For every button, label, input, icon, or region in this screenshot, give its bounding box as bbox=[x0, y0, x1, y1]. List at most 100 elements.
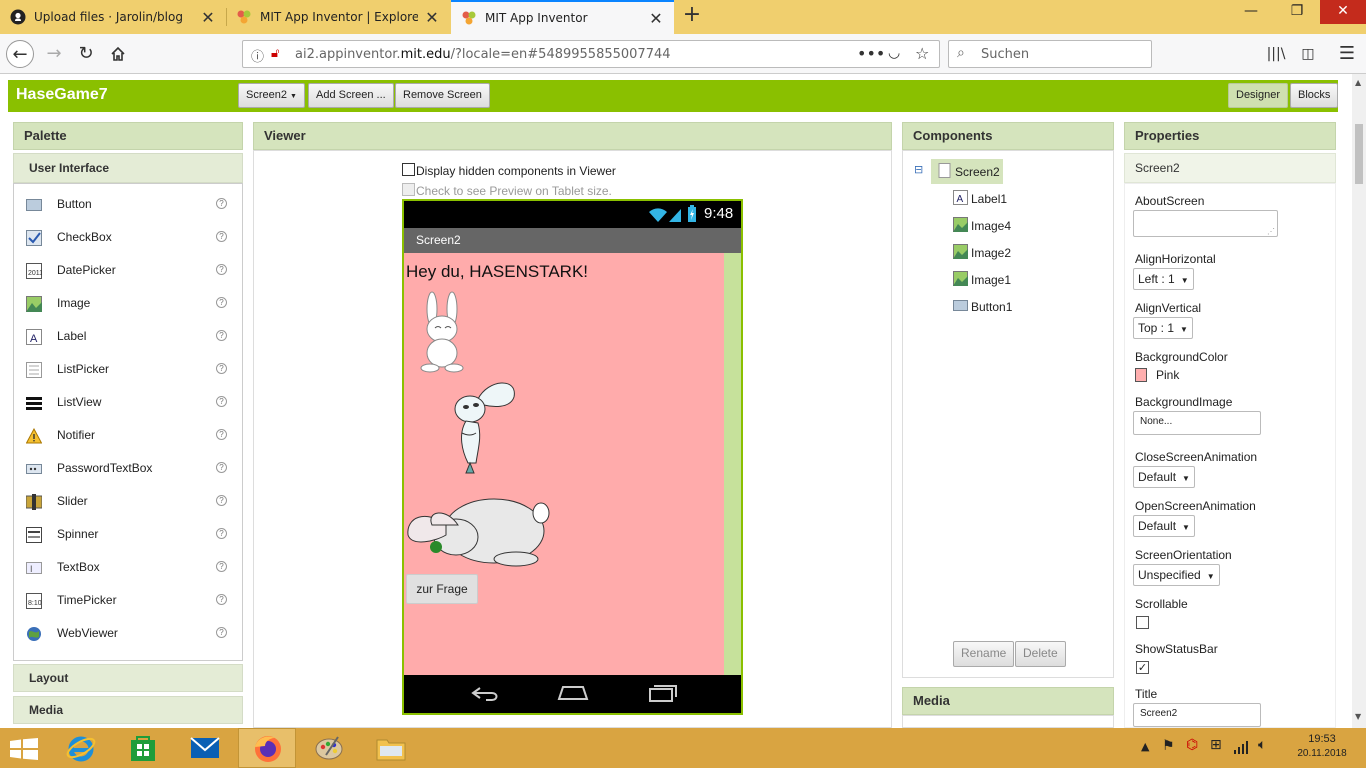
image1[interactable] bbox=[406, 491, 550, 571]
palette-item-timepicker[interactable]: 8:10 TimePicker? bbox=[14, 584, 242, 617]
tray-clock[interactable]: 19:53 20.11.2018 bbox=[1292, 733, 1352, 759]
help-icon[interactable]: ? bbox=[216, 396, 227, 407]
help-icon[interactable]: ? bbox=[216, 363, 227, 374]
new-tab-button[interactable]: + bbox=[680, 4, 704, 28]
collapse-icon[interactable]: ⊟ bbox=[914, 163, 923, 176]
palette-item-image[interactable]: Image? bbox=[14, 287, 242, 320]
closescreenanimation-dropdown[interactable]: Default ▼ bbox=[1133, 466, 1195, 488]
insecure-lock-icon[interactable]: 🔓︎ bbox=[271, 46, 279, 61]
delete-button[interactable]: Delete bbox=[1015, 641, 1066, 667]
help-icon[interactable]: ? bbox=[216, 330, 227, 341]
library-button[interactable]: |||\ bbox=[1262, 40, 1290, 68]
palette-item-textbox[interactable]: I TextBox? bbox=[14, 551, 242, 584]
taskbar-ie[interactable] bbox=[52, 728, 110, 768]
windows-start-icon[interactable] bbox=[10, 738, 38, 760]
star-icon[interactable]: ☆ bbox=[915, 44, 929, 63]
help-icon[interactable]: ? bbox=[216, 594, 227, 605]
minimize-button[interactable]: — bbox=[1228, 0, 1274, 24]
tray-arrow-icon[interactable]: ▲ bbox=[1141, 740, 1149, 753]
help-icon[interactable]: ? bbox=[216, 627, 227, 638]
taskbar-explorer[interactable] bbox=[362, 728, 420, 768]
palette-item-notifier[interactable]: Notifier? bbox=[14, 419, 242, 452]
label1[interactable]: Hey du, HASENSTARK! bbox=[406, 262, 588, 282]
image2[interactable] bbox=[448, 379, 518, 475]
aboutscreen-textarea[interactable]: ⋰ bbox=[1133, 210, 1278, 237]
image4[interactable] bbox=[414, 291, 472, 373]
alignhorizontal-dropdown[interactable]: Left : 1 ▼ bbox=[1133, 268, 1194, 290]
remove-screen-button[interactable]: Remove Screen bbox=[395, 83, 490, 108]
help-icon[interactable]: ? bbox=[216, 462, 227, 473]
palette-item-passwordtextbox[interactable]: PasswordTextBox? bbox=[14, 452, 242, 485]
flag-icon[interactable]: ⚑ bbox=[1162, 738, 1175, 754]
pocket-icon[interactable]: ◡ bbox=[888, 45, 900, 61]
backgroundcolor-value[interactable]: Pink bbox=[1156, 368, 1179, 382]
tab-mit-app-inventor[interactable]: MIT App Inventor ✕ bbox=[451, 0, 674, 34]
taskbar-firefox[interactable] bbox=[238, 728, 296, 768]
help-icon[interactable]: ? bbox=[216, 264, 227, 275]
network-icon[interactable]: ⊞ bbox=[1210, 737, 1222, 753]
hidden-components-checkbox[interactable] bbox=[402, 163, 415, 176]
help-icon[interactable]: ? bbox=[216, 495, 227, 506]
close-icon[interactable]: ✕ bbox=[648, 9, 664, 28]
close-icon[interactable]: ✕ bbox=[200, 8, 216, 27]
info-icon[interactable]: ⓘ bbox=[251, 46, 264, 65]
blocks-button[interactable]: Blocks bbox=[1290, 83, 1339, 108]
palette-item-checkbox[interactable]: CheckBox? bbox=[14, 221, 242, 254]
reload-button[interactable]: ↻ bbox=[72, 40, 100, 68]
openscreenanimation-dropdown[interactable]: Default ▼ bbox=[1133, 515, 1195, 537]
taskbar-mail[interactable] bbox=[176, 728, 234, 768]
palette-section-media[interactable]: Media bbox=[13, 696, 243, 724]
acrobat-icon[interactable]: ⌬ bbox=[1186, 737, 1198, 753]
resize-handle-icon[interactable]: ⋰ bbox=[1267, 227, 1275, 236]
scroll-thumb[interactable] bbox=[1355, 124, 1363, 184]
volume-icon[interactable]: 🔈︎ bbox=[1258, 737, 1266, 753]
tab-explore-mit[interactable]: MIT App Inventor | Explore MIT ✕ bbox=[226, 0, 450, 34]
scroll-up-icon[interactable]: ▲ bbox=[1355, 78, 1361, 87]
palette-item-label[interactable]: A Label? bbox=[14, 320, 242, 353]
alignvertical-dropdown[interactable]: Top : 1 ▼ bbox=[1133, 317, 1193, 339]
backgroundcolor-swatch[interactable] bbox=[1135, 368, 1147, 382]
scrollable-checkbox[interactable] bbox=[1136, 616, 1149, 629]
more-icon[interactable]: ••• bbox=[857, 44, 885, 63]
palette-item-webviewer[interactable]: WebViewer? bbox=[14, 617, 242, 650]
help-icon[interactable]: ? bbox=[216, 231, 227, 242]
palette-item-button[interactable]: Button? bbox=[14, 188, 242, 221]
designer-button[interactable]: Designer bbox=[1228, 83, 1289, 108]
showstatusbar-checkbox[interactable]: ✓ bbox=[1136, 661, 1149, 674]
palette-section-layout[interactable]: Layout bbox=[13, 664, 243, 692]
help-icon[interactable]: ? bbox=[216, 528, 227, 539]
rename-button[interactable]: Rename bbox=[953, 641, 1015, 667]
help-icon[interactable]: ? bbox=[216, 429, 227, 440]
taskbar-paint[interactable] bbox=[300, 728, 358, 768]
screenorientation-dropdown[interactable]: Unspecified ▼ bbox=[1133, 564, 1220, 586]
close-icon[interactable]: ✕ bbox=[424, 8, 440, 27]
palette-item-listview[interactable]: ListView? bbox=[14, 386, 242, 419]
sidebar-button[interactable]: ◫ bbox=[1294, 40, 1322, 68]
url-bar[interactable]: ⓘ 🔓︎ ai2.appinventor.mit.edu/?locale=en#… bbox=[242, 40, 940, 68]
back-button[interactable]: ← bbox=[6, 40, 34, 68]
scroll-down-icon[interactable]: ▼ bbox=[1355, 712, 1361, 721]
palette-item-slider[interactable]: Slider? bbox=[14, 485, 242, 518]
help-icon[interactable]: ? bbox=[216, 561, 227, 572]
forward-button[interactable]: → bbox=[40, 40, 68, 68]
screen-dropdown[interactable]: Screen2 ▼ bbox=[238, 83, 305, 108]
taskbar-store[interactable] bbox=[114, 728, 172, 768]
button1[interactable]: zur Frage bbox=[406, 574, 478, 604]
tab-upload-files[interactable]: Upload files · Jarolin/blog ✕ bbox=[0, 0, 226, 34]
page-scrollbar[interactable]: ▲ ▼ bbox=[1352, 74, 1366, 728]
signal-tray-icon[interactable] bbox=[1234, 740, 1250, 754]
palette-item-listpicker[interactable]: ListPicker? bbox=[14, 353, 242, 386]
title-input[interactable]: Screen2 bbox=[1133, 703, 1261, 727]
backgroundimage-field[interactable]: None... bbox=[1133, 411, 1261, 435]
palette-item-spinner[interactable]: Spinner? bbox=[14, 518, 242, 551]
palette-section-user-interface[interactable]: User Interface bbox=[13, 153, 243, 183]
menu-button[interactable]: ☰ bbox=[1333, 40, 1361, 68]
tablet-preview-checkbox[interactable] bbox=[402, 183, 415, 196]
add-screen-button[interactable]: Add Screen ... bbox=[308, 83, 394, 108]
help-icon[interactable]: ? bbox=[216, 297, 227, 308]
help-icon[interactable]: ? bbox=[216, 198, 227, 209]
maximize-button[interactable]: ❐ bbox=[1274, 0, 1320, 24]
window-close-button[interactable]: ✕ bbox=[1320, 0, 1366, 24]
home-button[interactable] bbox=[104, 40, 132, 68]
palette-item-datepicker[interactable]: 2011 DatePicker? bbox=[14, 254, 242, 287]
